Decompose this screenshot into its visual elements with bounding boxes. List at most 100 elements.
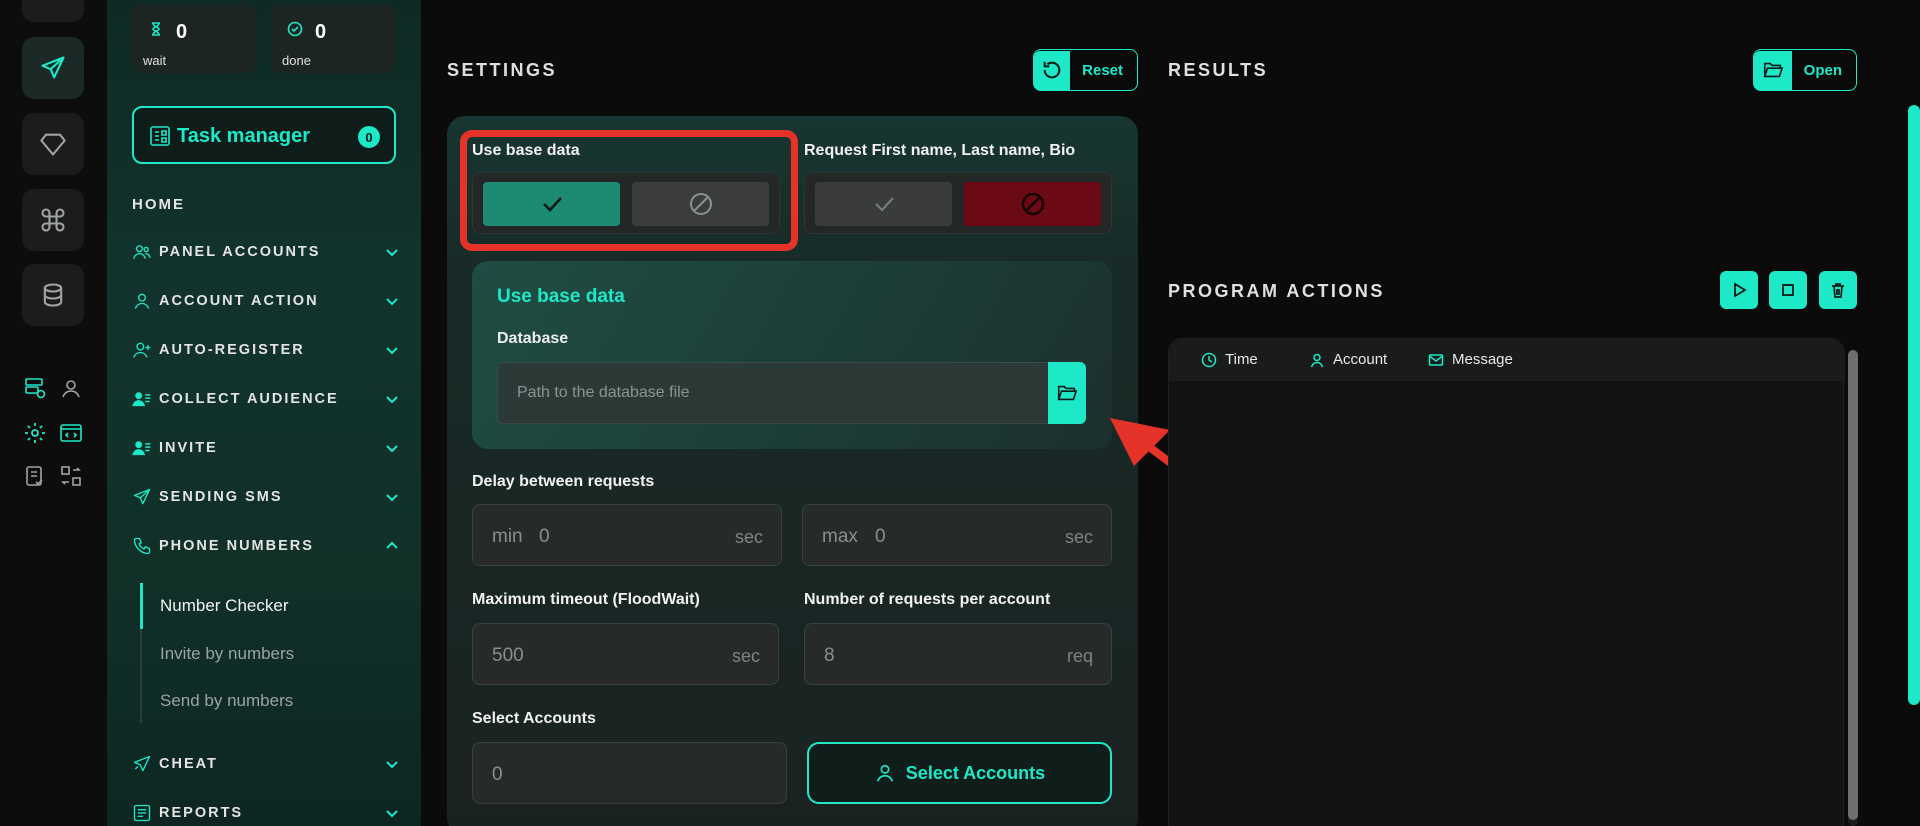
chevron-up-icon <box>386 541 398 549</box>
col-message-label: Message <box>1452 351 1513 368</box>
col-message[interactable]: Message <box>1428 351 1513 368</box>
requests-input[interactable]: 8 req <box>804 623 1112 685</box>
reset-button[interactable]: Reset <box>1033 49 1138 91</box>
annotation-highlight-box <box>460 130 798 251</box>
delay-min-prefix: min <box>492 526 523 547</box>
nav-home[interactable]: HOME <box>132 196 185 213</box>
col-account[interactable]: Account <box>1309 351 1387 368</box>
nav-collect-audience[interactable]: COLLECT AUDIENCE <box>131 384 401 414</box>
chevron-down-icon <box>386 396 398 404</box>
user-plus-icon <box>131 339 153 361</box>
stop-button[interactable] <box>1769 271 1807 309</box>
database-path-input[interactable] <box>497 362 1049 424</box>
send-rail-icon[interactable] <box>22 37 84 99</box>
submenu-active-indicator <box>140 583 143 629</box>
nav-label: INVITE <box>159 440 218 456</box>
document-check-icon[interactable] <box>21 462 49 490</box>
play-icon <box>1734 282 1747 298</box>
chevron-down-icon <box>386 298 398 306</box>
folder-open-icon <box>1057 385 1078 401</box>
transfer-icon[interactable] <box>57 462 85 490</box>
open-label: Open <box>1803 61 1842 79</box>
database-icon[interactable] <box>22 264 84 326</box>
user-icon <box>1310 353 1324 367</box>
diamond-icon[interactable] <box>22 113 84 175</box>
open-results-button[interactable]: Open <box>1753 49 1857 91</box>
task-manager-button[interactable]: Task manager 0 <box>132 106 396 164</box>
server-check-icon[interactable] <box>21 374 49 402</box>
grid-icon[interactable] <box>22 0 84 22</box>
selected-accounts-count[interactable]: 0 <box>472 742 787 804</box>
phone-icon <box>131 535 153 557</box>
nav-auto-register[interactable]: AUTO-REGISTER <box>131 335 401 365</box>
clear-log-button[interactable] <box>1819 271 1857 309</box>
sidebar: 0 wait 0 done Task manager 0 HOME PANEL … <box>107 0 421 826</box>
folder-open-icon <box>1754 50 1792 90</box>
delay-min-input[interactable]: min 0 sec <box>472 504 782 566</box>
ban-icon <box>1021 192 1044 216</box>
toggle-no-button[interactable] <box>964 182 1101 226</box>
nav-label: PHONE NUMBERS <box>159 538 314 554</box>
chevron-down-icon <box>386 494 398 502</box>
program-actions-log[interactable]: Time Account Message <box>1168 338 1845 826</box>
nav-label: PANEL ACCOUNTS <box>159 244 321 260</box>
stop-icon <box>1782 284 1794 296</box>
done-stat: 0 done <box>271 5 395 73</box>
browse-database-button[interactable] <box>1048 362 1086 424</box>
nav-invite[interactable]: INVITE <box>131 433 401 463</box>
icon-rail <box>0 0 107 826</box>
delay-max-value: 0 <box>875 526 886 547</box>
check-icon <box>874 197 894 212</box>
col-time-label: Time <box>1225 351 1258 368</box>
user-list-icon <box>131 437 153 459</box>
settings-gear-icon[interactable] <box>21 419 49 447</box>
task-manager-count: 0 <box>358 126 380 148</box>
nav-panel-accounts[interactable]: PANEL ACCOUNTS <box>131 237 401 267</box>
select-accounts-button[interactable]: Select Accounts <box>807 742 1112 804</box>
nav-cheat[interactable]: CHEAT <box>131 749 401 779</box>
nav-account-action[interactable]: ACCOUNT ACTION <box>131 286 401 316</box>
chevron-down-icon <box>386 445 398 453</box>
timeout-input[interactable]: 500 sec <box>472 623 779 685</box>
check-circle-icon <box>287 21 303 37</box>
users-icon <box>131 241 153 263</box>
log-scrollbar-thumb[interactable] <box>1848 350 1858 820</box>
delay-max-input[interactable]: max 0 sec <box>802 504 1112 566</box>
done-count: 0 <box>315 21 327 43</box>
nav-sending-sms[interactable]: SENDING SMS <box>131 482 401 512</box>
nav-reports[interactable]: REPORTS <box>131 798 401 826</box>
send-icon <box>131 486 153 508</box>
col-account-label: Account <box>1333 351 1388 368</box>
select-accounts-button-label: Select Accounts <box>905 762 1046 783</box>
submenu-item-invite-by-numbers[interactable]: Invite by numbers <box>160 644 294 664</box>
megaphone-icon <box>131 753 153 775</box>
user-icon <box>131 290 153 312</box>
toggle-yes-button[interactable] <box>815 182 952 226</box>
submenu-item-send-by-numbers[interactable]: Send by numbers <box>160 691 293 711</box>
user-circle-icon[interactable] <box>57 374 85 402</box>
report-icon <box>131 802 153 824</box>
nav-label: REPORTS <box>159 805 244 821</box>
nav-label: SENDING SMS <box>159 489 283 505</box>
submenu-item-number-checker[interactable]: Number Checker <box>160 596 289 616</box>
user-icon <box>876 764 893 782</box>
delay-max-prefix: max <box>822 526 858 547</box>
nav-phone-numbers[interactable]: PHONE NUMBERS <box>131 531 401 561</box>
requests-label: Number of requests per account <box>804 591 1051 608</box>
nav-label: AUTO-REGISTER <box>159 342 305 358</box>
requests-value: 8 <box>824 645 835 666</box>
timeout-value: 500 <box>492 645 524 666</box>
code-window-icon[interactable] <box>57 419 85 447</box>
nav-label: ACCOUNT ACTION <box>159 293 319 309</box>
nav-label: CHEAT <box>159 756 218 772</box>
command-icon[interactable] <box>22 189 84 251</box>
program-actions-title: PROGRAM ACTIONS <box>1168 281 1385 301</box>
col-time[interactable]: Time <box>1201 351 1258 368</box>
chevron-down-icon <box>386 810 398 818</box>
timeout-unit: sec <box>731 646 760 666</box>
play-button[interactable] <box>1720 271 1758 309</box>
chevron-down-icon <box>386 249 398 257</box>
request-names-label: Request First name, Last name, Bio <box>804 142 1076 159</box>
page-scrollbar[interactable] <box>1908 105 1920 705</box>
wait-stat: 0 wait <box>132 5 256 73</box>
